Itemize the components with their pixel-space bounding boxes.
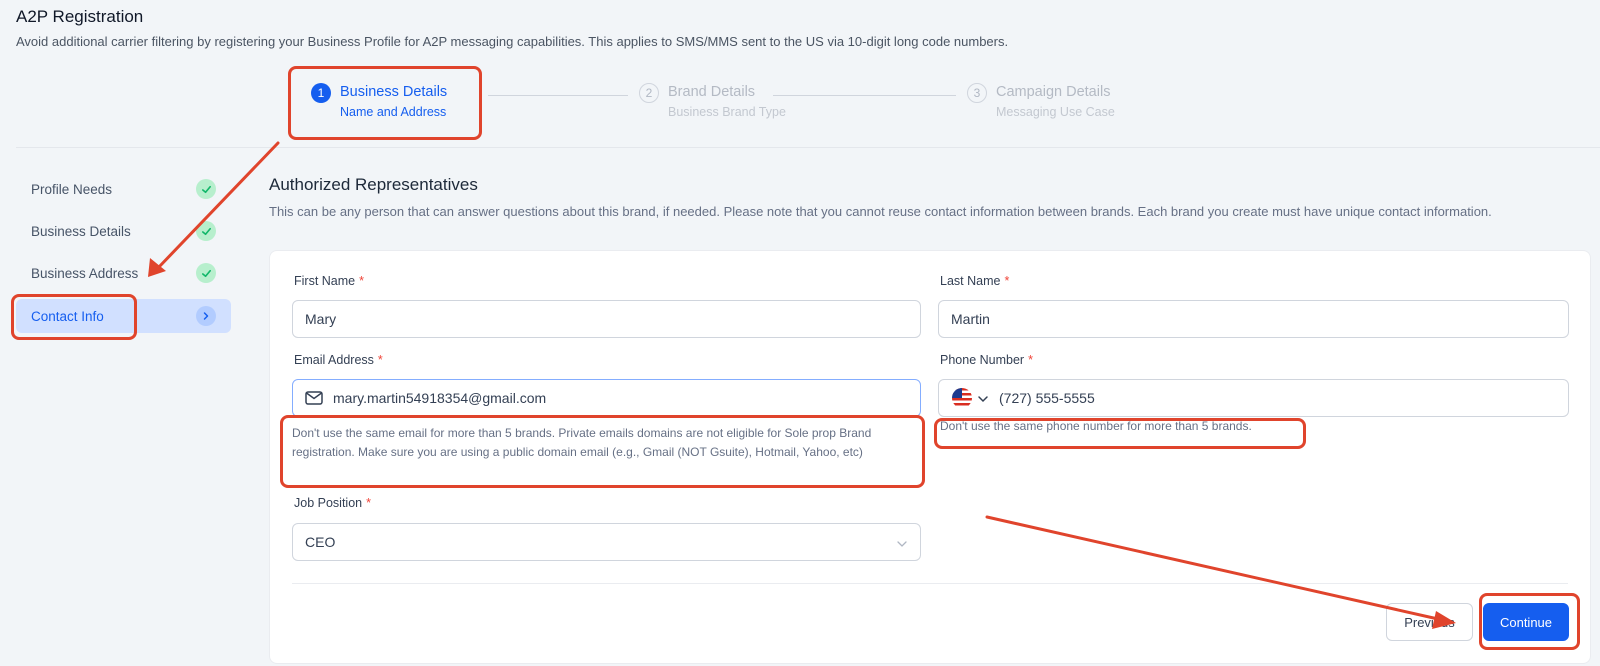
first-name-value: Mary <box>305 311 337 327</box>
previous-button[interactable]: Previous <box>1386 603 1473 641</box>
sidebar-item-business-address[interactable]: Business Address <box>16 256 231 290</box>
check-icon <box>196 179 216 199</box>
step-number: 1 <box>311 83 331 103</box>
required-marker: * <box>366 496 371 510</box>
last-name-value: Martin <box>951 311 990 327</box>
stepper-divider <box>16 147 1600 148</box>
step-number: 2 <box>639 83 659 103</box>
section-description: This can be any person that can answer q… <box>269 204 1492 219</box>
step-title: Business Details <box>340 84 448 100</box>
step-title: Campaign Details <box>996 84 1111 100</box>
job-position-value: CEO <box>305 534 336 550</box>
section-title: Authorized Representatives <box>269 175 478 194</box>
page-subtitle: Avoid additional carrier filtering by re… <box>16 34 1009 49</box>
us-flag-icon[interactable] <box>951 387 973 409</box>
phone-input[interactable]: (727) 555-5555 <box>938 379 1569 417</box>
required-marker: * <box>1028 353 1033 367</box>
sidebar-item-label: Profile Needs <box>31 181 113 197</box>
phone-value: (727) 555-5555 <box>999 390 1095 406</box>
label-text: Last Name <box>940 274 1001 288</box>
check-icon <box>196 263 216 283</box>
chevron-down-icon[interactable] <box>977 392 989 404</box>
step-business-details[interactable]: 1 Business Details Name and Address <box>311 82 447 121</box>
job-position-label: Job Position * <box>294 496 371 510</box>
page-title: A2P Registration <box>16 7 144 26</box>
sidebar-item-profile-needs[interactable]: Profile Needs <box>16 172 231 206</box>
sidebar-item-label: Contact Info <box>31 308 104 324</box>
label-text: Email Address <box>294 353 374 367</box>
step-connector <box>488 95 628 96</box>
step-subtitle: Name and Address <box>340 105 447 119</box>
last-name-label: Last Name * <box>940 274 1009 288</box>
label-text: First Name <box>294 274 356 288</box>
last-name-input[interactable]: Martin <box>938 300 1569 338</box>
chevron-down-icon <box>896 537 908 549</box>
label-text: Job Position <box>294 496 363 510</box>
first-name-label: First Name * <box>294 274 364 288</box>
first-name-input[interactable]: Mary <box>292 300 921 338</box>
step-number: 3 <box>967 83 987 103</box>
step-campaign-details[interactable]: 3 Campaign Details Messaging Use Case <box>967 82 1115 121</box>
chevron-right-icon <box>196 306 216 326</box>
required-marker: * <box>377 353 383 367</box>
email-input[interactable]: mary.martin54918354@gmail.com <box>292 379 921 417</box>
sidebar-item-label: Business Details <box>31 223 131 239</box>
contact-form-card: First Name * Mary Last Name * Martin Email… <box>269 250 1591 664</box>
card-divider <box>292 583 1568 584</box>
email-label: Email Address * <box>294 353 383 367</box>
step-brand-details[interactable]: 2 Brand Details Business Brand Type <box>639 82 786 121</box>
job-position-select[interactable]: CEO <box>292 523 921 561</box>
step-subtitle: Messaging Use Case <box>996 105 1115 119</box>
sidebar-item-business-details[interactable]: Business Details <box>16 214 231 248</box>
sidebar-item-contact-info[interactable]: Contact Info <box>16 299 231 333</box>
required-marker: * <box>359 274 364 288</box>
mail-icon <box>305 390 325 406</box>
continue-button[interactable]: Continue <box>1483 603 1569 641</box>
email-value: mary.martin54918354@gmail.com <box>333 390 547 406</box>
check-icon <box>196 221 216 241</box>
step-subtitle: Business Brand Type <box>668 105 786 119</box>
step-title: Brand Details <box>668 84 756 100</box>
phone-helper-text: Don't use the same phone number for more… <box>940 419 1252 433</box>
required-marker: * <box>1004 274 1010 288</box>
label-text: Phone Number <box>940 353 1025 367</box>
email-helper-text: Don't use the same email for more than 5… <box>292 426 872 459</box>
step-connector <box>773 95 956 96</box>
sidebar-item-label: Business Address <box>31 265 139 281</box>
phone-label: Phone Number * <box>940 353 1033 367</box>
